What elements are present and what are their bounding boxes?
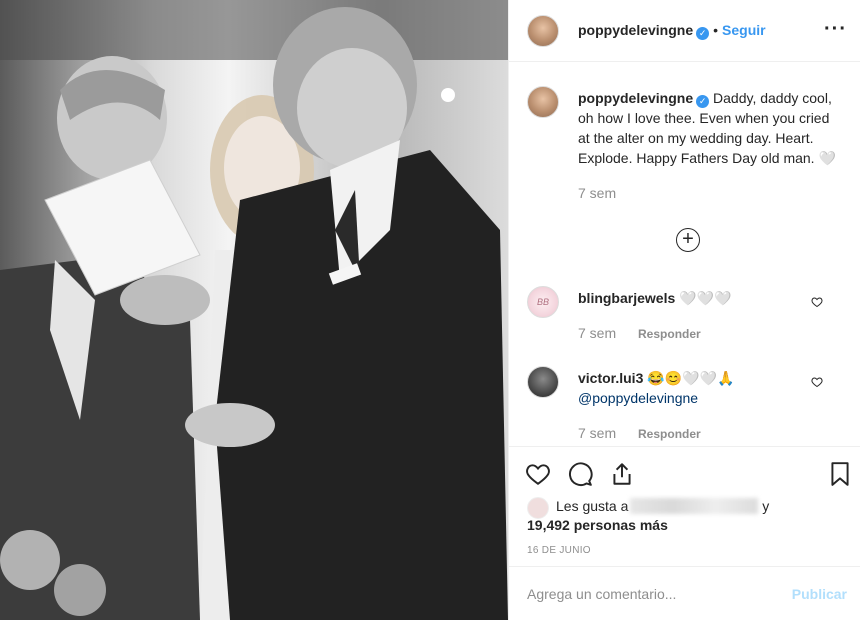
comment-item: victor.lui3 😂😊🤍🤍🙏 @poppydelevingne 7 sem… <box>527 366 847 444</box>
post-side-panel: poppydelevingne ✓ • Seguir ··· poppydelevin… <box>508 0 860 620</box>
author-username[interactable]: poppydelevingne <box>578 22 693 38</box>
follow-button[interactable]: Seguir <box>722 22 766 38</box>
comment-body: victor.lui3 😂😊🤍🤍🙏 @poppydelevingne 7 sem… <box>578 368 734 444</box>
verified-icon: ✓ <box>696 26 710 40</box>
comment-time[interactable]: 7 sem <box>578 425 616 441</box>
caption-body: poppydelevingne ✓ Daddy, daddy cool, oh h… <box>578 88 840 203</box>
comment-text: 😂😊🤍🤍🙏 <box>647 370 735 386</box>
heart-icon[interactable] <box>525 461 551 487</box>
load-more-comments-plus-circle-icon[interactable]: + <box>676 228 700 252</box>
comment-meta: 7 sem Responder <box>578 323 731 344</box>
author-avatar[interactable] <box>527 14 559 47</box>
more-icon[interactable]: ··· <box>824 18 847 41</box>
post-header: poppydelevingne ✓ • Seguir ··· <box>509 0 860 62</box>
header-user-block: poppydelevingne ✓ • Seguir <box>578 22 766 40</box>
commenter-avatar[interactable]: BB <box>527 286 559 318</box>
post-actions: Les gusta a y 19,492 personas más 16 DE … <box>509 446 860 556</box>
publish-button[interactable]: Publicar <box>792 586 847 602</box>
caption: poppydelevingne ✓ Daddy, daddy cool, oh h… <box>527 86 847 203</box>
caption-username[interactable]: poppydelevingne <box>578 90 693 106</box>
commenter-avatar[interactable] <box>527 366 559 398</box>
comment-time[interactable]: 7 sem <box>578 325 616 341</box>
post-window: poppydelevingne ✓ • Seguir ··· poppydelevin… <box>0 0 860 620</box>
wedding-photo-illustration <box>0 0 508 620</box>
reply-button[interactable]: Responder <box>638 427 701 441</box>
caption-avatar[interactable] <box>527 86 559 118</box>
comment-meta: 7 sem Responder <box>578 423 734 444</box>
likes-text-block: Les gusta a y 19,492 personas más <box>527 497 770 535</box>
comment-text: 🤍🤍🤍 <box>679 290 732 306</box>
post-date[interactable]: 16 DE JUNIO <box>527 545 591 556</box>
comment-input[interactable] <box>527 585 792 602</box>
add-comment-bar: Publicar <box>509 566 860 620</box>
comment-icon[interactable] <box>567 461 593 487</box>
separator-dot: • <box>713 21 719 38</box>
likes-prefix: Les gusta a <box>556 498 629 514</box>
mention-link[interactable]: @poppydelevingne <box>578 390 698 406</box>
blurred-username <box>630 498 759 514</box>
share-icon[interactable] <box>609 461 635 487</box>
commenter-username[interactable]: blingbarjewels <box>578 290 675 306</box>
caption-time[interactable]: 7 sem <box>578 185 616 201</box>
like-comment-heart-icon[interactable] <box>811 296 823 308</box>
verified-icon: ✓ <box>696 95 710 108</box>
reply-button[interactable]: Responder <box>638 327 701 341</box>
comment-item: BB blingbarjewels 🤍🤍🤍 7 sem Responder <box>527 286 847 344</box>
commenter-username[interactable]: victor.lui3 <box>578 370 643 386</box>
caption-meta: 7 sem <box>578 183 840 203</box>
post-photo[interactable] <box>0 0 508 620</box>
like-comment-heart-icon[interactable] <box>811 376 823 388</box>
likes-summary: Les gusta a y 19,492 personas más <box>527 497 769 535</box>
likes-count[interactable]: 19,492 personas más <box>527 516 769 535</box>
bookmark-icon[interactable] <box>827 461 853 487</box>
comment-body: blingbarjewels 🤍🤍🤍 7 sem Responder <box>578 288 731 344</box>
likes-suffix: y <box>762 498 770 514</box>
